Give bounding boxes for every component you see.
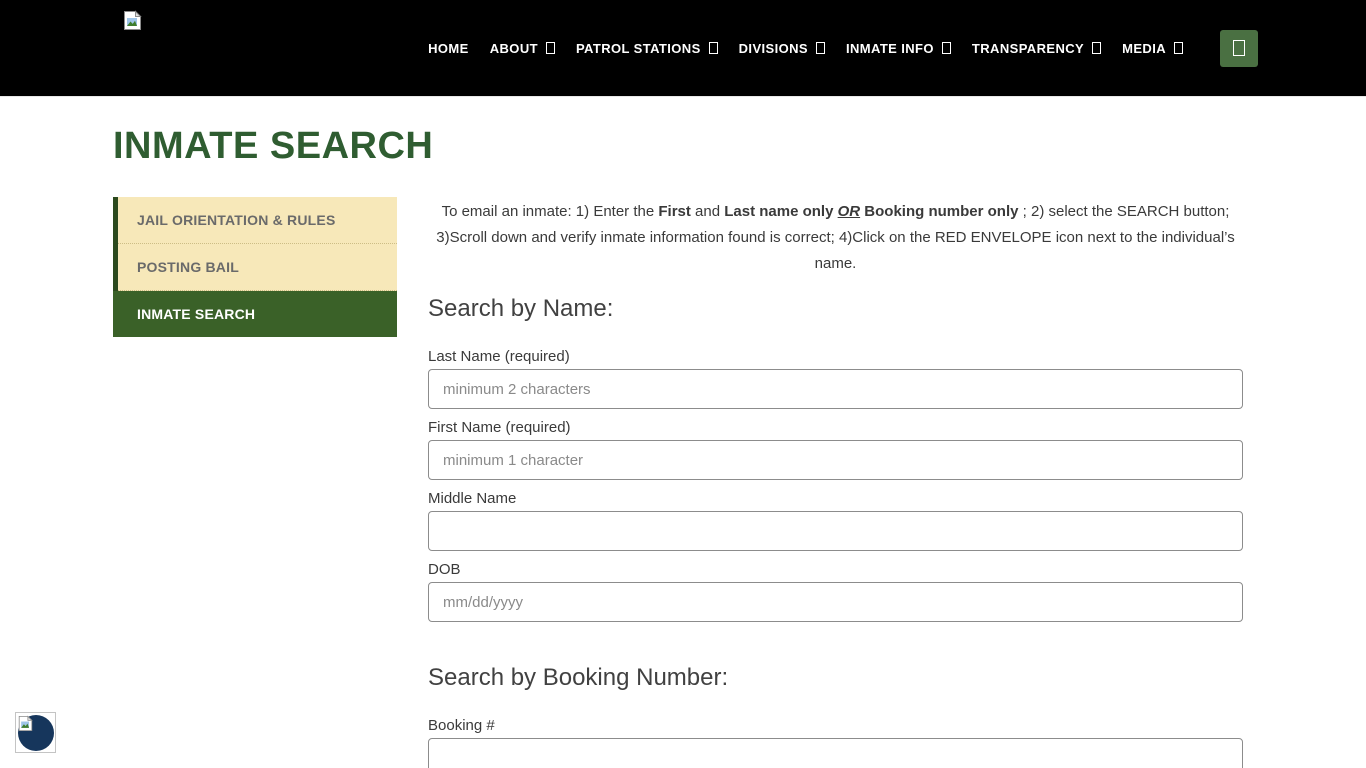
nav-item-home[interactable]: HOME [428,41,469,56]
sidebar-item-jail-orientation-rules[interactable]: JAIL ORIENTATION & RULES [118,197,397,244]
main-nav: HOME ABOUT PATROL STATIONS DIVISIONS INM… [428,30,1258,67]
middle-name-label: Middle Name [428,490,1243,507]
nav-item-media[interactable]: MEDIA [1122,41,1183,56]
sidebar-item-posting-bail[interactable]: POSTING BAIL [118,244,397,291]
instruction-text-or: OR [838,203,861,220]
nav-item-inmate-info[interactable]: INMATE INFO [846,41,951,56]
instruction-text: and [691,203,724,220]
caret-down-icon [1174,42,1183,54]
middle-name-group: Middle Name [428,490,1243,551]
search-icon [1233,40,1245,56]
last-name-label: Last Name (required) [428,348,1243,365]
instruction-text-bold: Booking number only [864,203,1018,220]
first-name-label: First Name (required) [428,419,1243,436]
site-header: HOME ABOUT PATROL STATIONS DIVISIONS INM… [0,0,1366,97]
caret-down-icon [1092,42,1101,54]
page-content: INMATE SEARCH JAIL ORIENTATION & RULES P… [0,97,1366,768]
first-name-group: First Name (required) [428,419,1243,480]
last-name-group: Last Name (required) [428,348,1243,409]
nav-item-label: DIVISIONS [739,41,808,56]
nav-item-transparency[interactable]: TRANSPARENCY [972,41,1101,56]
search-form-section: To email an inmate: 1) Enter the First a… [428,197,1243,768]
caret-down-icon [942,42,951,54]
nav-item-divisions[interactable]: DIVISIONS [739,41,825,56]
search-by-booking-heading: Search by Booking Number: [428,664,1243,692]
accessibility-widget-button[interactable] [15,712,56,753]
broken-image-icon [18,715,33,735]
caret-down-icon [816,42,825,54]
instruction-text-bold: Last name only [724,203,837,220]
sidebar-nav: JAIL ORIENTATION & RULES POSTING BAIL IN… [113,197,397,337]
booking-number-group: Booking # [428,717,1243,768]
nav-item-label: MEDIA [1122,41,1166,56]
caret-down-icon [546,42,555,54]
middle-name-input[interactable] [428,511,1243,551]
instruction-text: To email an inmate: 1) Enter the [442,203,659,220]
broken-image-icon [123,10,142,36]
sidebar-item-inmate-search[interactable]: INMATE SEARCH [113,291,397,337]
nav-item-label: INMATE INFO [846,41,934,56]
instruction-text-bold: First [658,203,691,220]
dob-input[interactable] [428,582,1243,622]
email-inmate-instructions: To email an inmate: 1) Enter the First a… [428,199,1243,277]
search-button[interactable] [1220,30,1258,67]
first-name-input[interactable] [428,440,1243,480]
dob-group: DOB [428,561,1243,622]
nav-item-label: PATROL STATIONS [576,41,701,56]
booking-number-input[interactable] [428,738,1243,768]
search-by-name-heading: Search by Name: [428,295,1243,323]
dob-label: DOB [428,561,1243,578]
page-title: INMATE SEARCH [113,125,1243,168]
nav-item-label: HOME [428,41,469,56]
last-name-input[interactable] [428,369,1243,409]
nav-item-label: ABOUT [490,41,538,56]
booking-number-label: Booking # [428,717,1243,734]
nav-item-patrol-stations[interactable]: PATROL STATIONS [576,41,718,56]
caret-down-icon [709,42,718,54]
nav-item-about[interactable]: ABOUT [490,41,555,56]
nav-item-label: TRANSPARENCY [972,41,1084,56]
